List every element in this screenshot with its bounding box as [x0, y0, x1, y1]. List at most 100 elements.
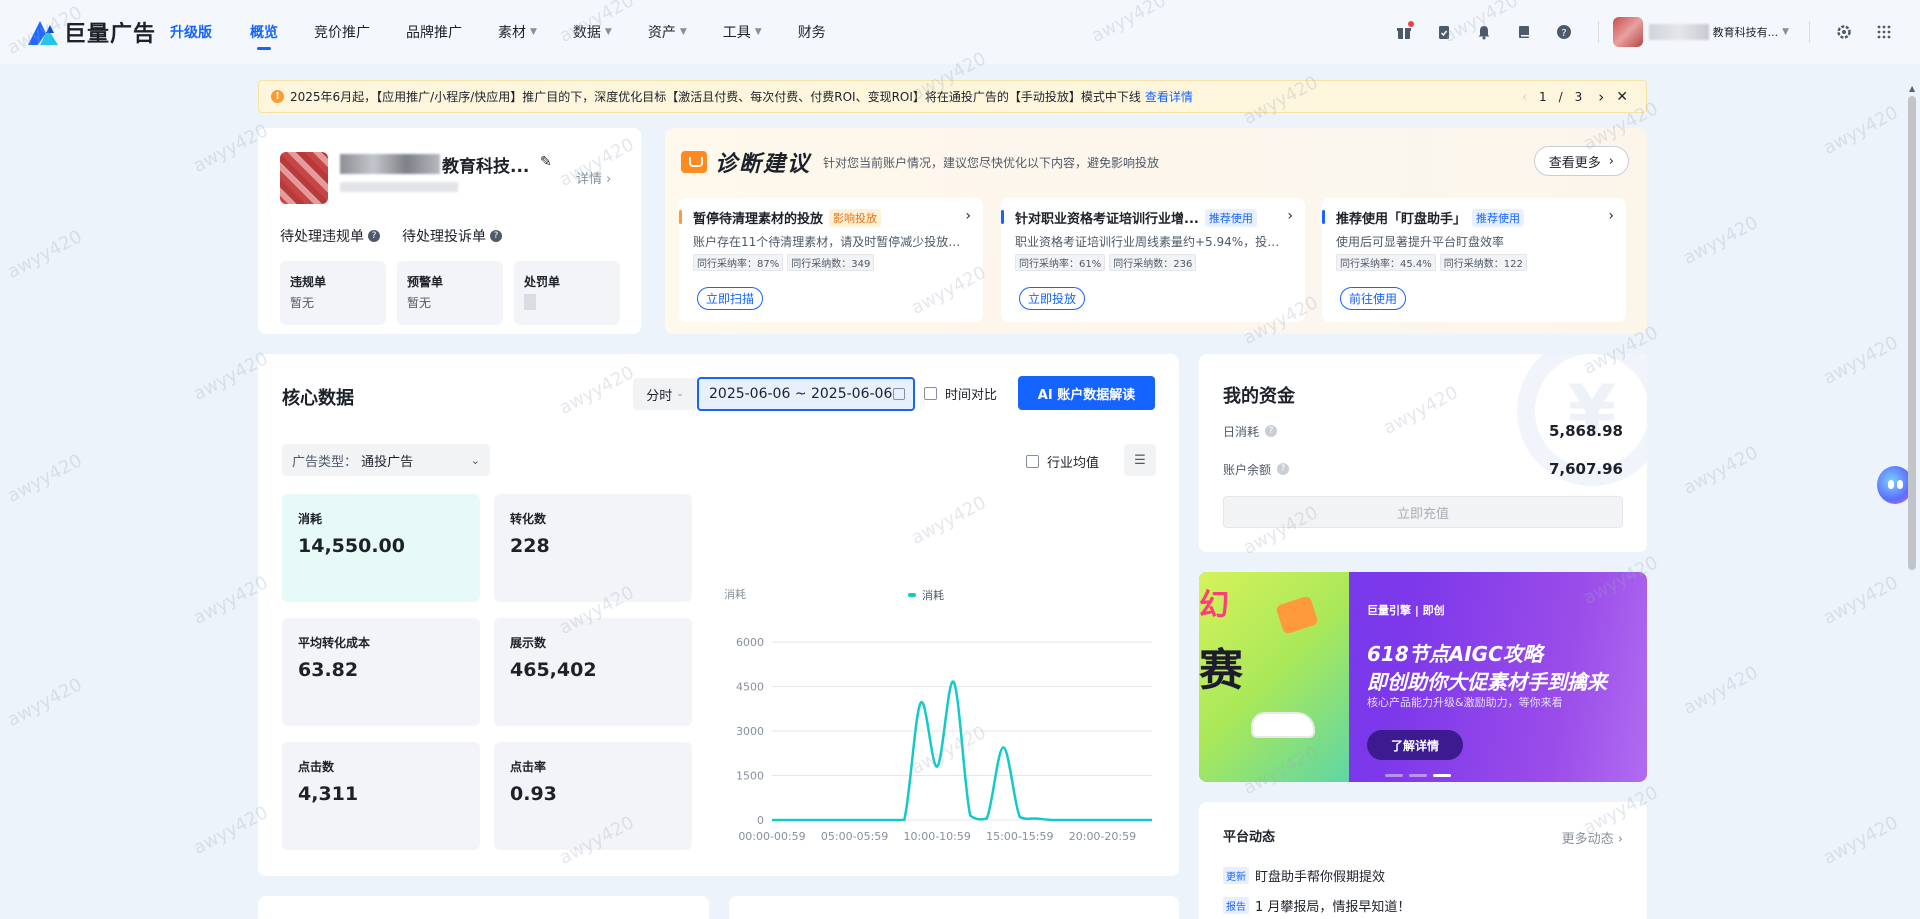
penalty-box[interactable]: 处罚单: [514, 261, 620, 325]
banner-headline: 618节点AIGC攻略: [1367, 642, 1543, 666]
nav-item[interactable]: 竞价推广: [314, 0, 370, 64]
granularity-select[interactable]: 分时 ⌄: [633, 378, 697, 410]
news-item[interactable]: 报告 1 月攀报局，情报早知道！: [1223, 896, 1410, 915]
metric-card[interactable]: 平均转化成本 63.82: [282, 618, 480, 726]
nav-item[interactable]: 概览: [250, 0, 278, 64]
metric-label: 平均转化成本: [298, 636, 371, 650]
ad-type-select[interactable]: 广告类型： 通投广告 ⌄: [282, 444, 490, 476]
account-avatar: [280, 152, 328, 204]
edition-badge[interactable]: 升级版: [170, 22, 212, 42]
nav-item[interactable]: 素材 ▼: [498, 0, 537, 64]
nav-item[interactable]: 数据 ▼: [573, 0, 612, 64]
violation-box[interactable]: 违规单 暂无: [280, 261, 386, 325]
series-line-spend: [771, 680, 1152, 822]
bell-icon[interactable]: [1474, 22, 1494, 42]
chevron-right-icon[interactable]: ›: [1608, 208, 1614, 224]
chevron-down-icon: ▼: [754, 27, 762, 37]
watermark: awyy420: [1679, 662, 1762, 719]
notice-page-current: 1: [1538, 89, 1547, 104]
banner-learn-more-button[interactable]: 了解详情: [1367, 730, 1463, 760]
watermark: awyy420: [3, 674, 86, 731]
account-name: 教育科技有...: [1712, 26, 1779, 39]
view-more-button[interactable]: 查看更多 ›: [1533, 146, 1629, 176]
suggestion-card[interactable]: 暂停待清理素材的投放 影响投放 › 账户存在11个待清理素材，请及时暂停减少投放挤压同…: [679, 198, 983, 322]
calendar-icon: [893, 388, 905, 400]
chevron-down-icon: ▼: [530, 27, 537, 37]
core-data-title: 核心数据: [282, 388, 354, 409]
suggestion-title: 推荐使用「盯盘助手」: [1336, 212, 1467, 227]
diagnosis-subtitle: 针对您当前账户情况，建议您尽快优化以下内容，避免影响投放: [823, 155, 1160, 170]
book-icon[interactable]: [1514, 22, 1534, 42]
metric-card[interactable]: 点击数 4,311: [282, 742, 480, 850]
banner-brand: 巨量引擎 | 即创: [1367, 604, 1445, 617]
recharge-button[interactable]: 立即充值: [1223, 496, 1623, 528]
metric-value: 465,402: [510, 659, 597, 681]
metric-card[interactable]: 消耗 14,550.00: [282, 494, 480, 602]
industry-average-checkbox[interactable]: 行业均值: [1026, 452, 1099, 471]
tag-icon: [1275, 595, 1319, 635]
gift-icon[interactable]: [1394, 21, 1414, 42]
suggestion-action-button[interactable]: 前往使用: [1340, 287, 1407, 310]
metric-card[interactable]: 点击率 0.93: [494, 742, 692, 850]
balance-row: 账户余额? 7,607.96: [1223, 460, 1623, 478]
nav-item-label: 品牌推广: [406, 25, 462, 41]
platform-news-card: 平台动态 更多动态 › 更新 盯盘助手帮你假期提效 报告 1 月攀报局，情报早知道！: [1199, 802, 1647, 919]
suggestion-tag: 影响投放: [829, 208, 882, 227]
help-icon[interactable]: ?: [1277, 463, 1290, 475]
suggestion-action-button[interactable]: 立即投放: [1019, 287, 1086, 310]
warning-box[interactable]: 预警单 暂无: [397, 261, 503, 325]
notice-text: 2025年6月起，【应用推广/小程序/快应用】推广目的下，深度优化目标【激活且付…: [290, 90, 1141, 104]
settings-gear-icon[interactable]: [1834, 22, 1854, 42]
nav-item[interactable]: 工具 ▼: [723, 0, 762, 64]
masked-value: [524, 294, 536, 310]
banner-subheadline: 即创助你大促素材手到擒来: [1367, 670, 1607, 694]
help-icon[interactable]: ?: [1265, 425, 1278, 437]
nav-item[interactable]: 资产 ▼: [648, 0, 687, 64]
suggestion-action-button[interactable]: 立即扫描: [697, 287, 764, 310]
chevron-right-icon[interactable]: ›: [965, 208, 971, 224]
metric-card[interactable]: 展示数 465,402: [494, 618, 692, 726]
help-icon[interactable]: ?: [1554, 22, 1574, 42]
account-detail-link[interactable]: 详情 ›: [576, 168, 611, 187]
help-icon[interactable]: ?: [490, 230, 502, 242]
suggestion-card[interactable]: 推荐使用「盯盘助手」 推荐使用 › 使用后可显著提升平台盯盘效率 同行采纳率：45.4%…: [1322, 198, 1626, 322]
date-range-picker[interactable]: 2025-06-06 ~ 2025-06-06: [697, 377, 915, 411]
nav-item[interactable]: 财务: [798, 0, 826, 64]
y-tick-label: 6000: [736, 636, 764, 649]
help-icon[interactable]: ?: [368, 230, 380, 242]
nav-item-label: 数据: [572, 25, 601, 41]
x-tick-label: 00:00-00:59: [738, 830, 805, 843]
edit-pencil-icon[interactable]: ✎: [540, 154, 552, 170]
carousel-dots[interactable]: [1385, 774, 1457, 777]
suggestion-description: 职业资格考证培训行业周线素量约+5.94%，投放可...: [1015, 235, 1291, 249]
adopt-count: 同行采纳数：236: [1109, 254, 1197, 271]
notice-detail-link[interactable]: 查看详情: [1145, 88, 1193, 105]
banner-caption: 核心产品能力升级&激励助力，等你来看: [1367, 696, 1563, 709]
chevron-right-icon[interactable]: ›: [1287, 208, 1293, 224]
promo-banner[interactable]: 幻 赛 巨量引擎 | 即创 618节点AIGC攻略 即创助你大促素材手到擒来 核…: [1199, 572, 1647, 782]
brand-logo[interactable]: 巨量广告 升级版: [26, 16, 212, 48]
suggestion-title: 针对职业资格考证培训行业增...: [1015, 212, 1199, 227]
page-scrollbar[interactable]: [1908, 96, 1916, 570]
suggestion-card[interactable]: 针对职业资格考证培训行业增... 推荐使用 › 职业资格考证培训行业周线素量约+5.9…: [1001, 198, 1305, 322]
metric-card[interactable]: 转化数 228: [494, 494, 692, 602]
nav-item[interactable]: 品牌推广: [406, 0, 462, 64]
app-grid-icon[interactable]: [1874, 22, 1894, 42]
chevron-right-icon[interactable]: ›: [1598, 88, 1604, 106]
nav-item-label: 资产: [647, 25, 676, 41]
more-news-link[interactable]: 更多动态 ›: [1562, 828, 1623, 847]
time-compare-checkbox[interactable]: 时间对比: [924, 384, 997, 403]
column-settings-icon[interactable]: ☰: [1124, 444, 1156, 476]
account-switcher[interactable]: 教育科技有... ▼: [1612, 17, 1789, 47]
scroll-up-icon[interactable]: ▲: [1909, 84, 1915, 93]
clipboard-icon[interactable]: [1434, 22, 1454, 42]
adopt-count: 同行采纳数：349: [787, 254, 875, 271]
chevron-left-icon[interactable]: ‹: [1522, 90, 1527, 104]
close-icon[interactable]: ✕: [1616, 89, 1628, 105]
chevron-down-icon: ▼: [604, 27, 612, 37]
ai-data-interpretation-button[interactable]: AI 账户数据解读: [1018, 376, 1155, 410]
avatar: [1612, 17, 1643, 47]
news-item[interactable]: 更新 盯盘助手帮你假期提效: [1223, 866, 1385, 885]
diagnosis-header: 诊断建议 针对您当前账户情况，建议您尽快优化以下内容，避免影响投放: [681, 146, 1159, 178]
divider: [1597, 21, 1599, 43]
